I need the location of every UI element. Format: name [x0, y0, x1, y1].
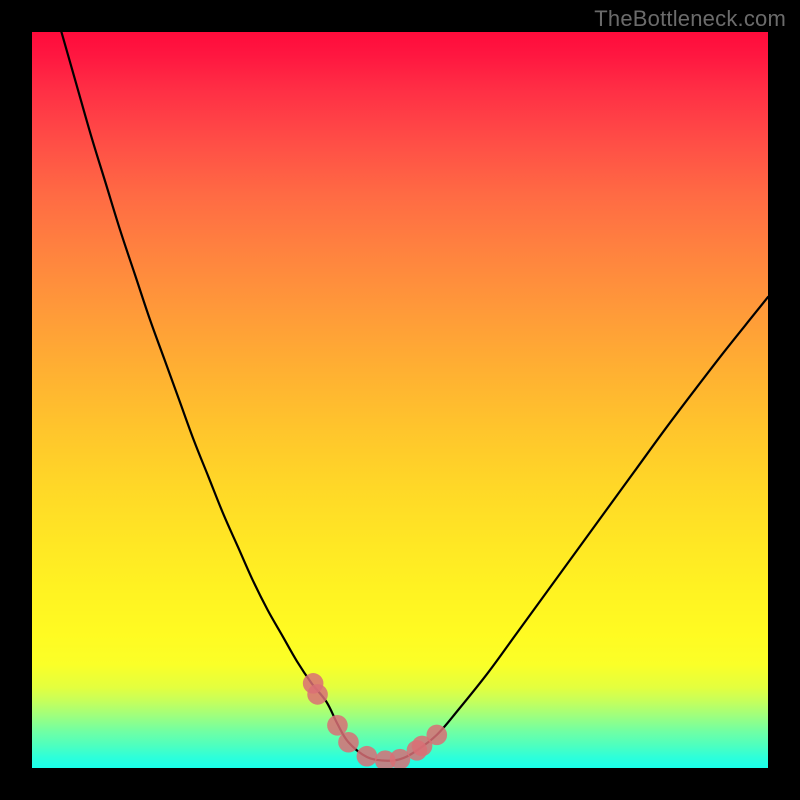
marker-point — [307, 684, 328, 705]
chart-frame: TheBottleneck.com — [0, 0, 800, 800]
watermark-text: TheBottleneck.com — [594, 6, 786, 32]
marker-point — [338, 732, 359, 753]
marker-point — [357, 746, 378, 767]
highlight-markers — [303, 673, 447, 768]
curve-layer — [32, 32, 768, 768]
marker-point — [327, 715, 348, 736]
marker-point — [427, 725, 448, 746]
plot-area — [32, 32, 768, 768]
bottleneck-curve — [61, 32, 768, 761]
